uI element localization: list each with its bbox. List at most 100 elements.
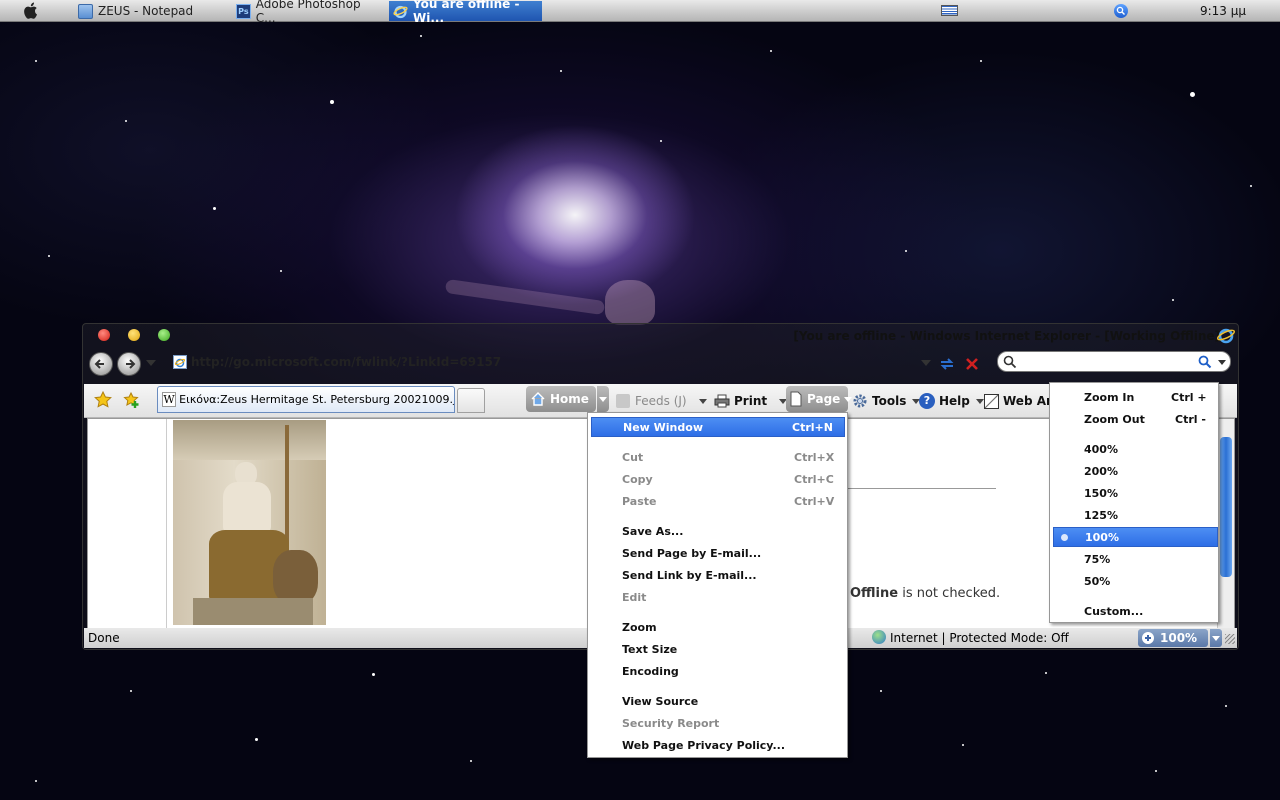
zoom-150-item[interactable]: 150% [1053, 483, 1215, 503]
zoom-200-item[interactable]: 200% [1053, 461, 1215, 481]
print-label: Print [734, 394, 768, 408]
photoshop-icon: Ps [236, 3, 251, 19]
forward-button[interactable] [117, 352, 141, 376]
address-dropdown-icon[interactable] [921, 360, 931, 366]
feeds-icon [616, 394, 630, 408]
page-button[interactable]: Page [786, 386, 853, 412]
tab-current[interactable]: W Εικόνα:Zeus Hermitage St. Petersburg 2… [157, 386, 455, 413]
zoom-level-button[interactable]: 100% [1138, 629, 1208, 647]
address-bar[interactable]: http://go.microsoft.com/fwlink/?LinkId=6… [171, 352, 929, 372]
globe-icon [872, 630, 886, 644]
menu-item-view-source[interactable]: View Source [591, 691, 845, 711]
zoom-submenu: Zoom In Ctrl + Zoom Out Ctrl - 400% 200% 1… [1049, 382, 1219, 623]
menu-item-new-window[interactable]: New Window Ctrl+N [591, 417, 845, 437]
vertical-scrollbar[interactable] [1217, 419, 1234, 628]
page-label: Page [807, 392, 841, 406]
zoom-magnifier-icon [1142, 632, 1154, 644]
print-button[interactable]: Print [714, 391, 788, 411]
home-dropdown-button[interactable] [597, 386, 609, 412]
recent-pages-chevron-icon[interactable] [146, 360, 156, 366]
taskbar-item-label: ZEUS - Notepad [98, 4, 194, 18]
page-icon [173, 355, 187, 369]
notepad-icon [78, 3, 93, 19]
stop-icon[interactable] [965, 357, 979, 371]
chevron-down-icon [599, 397, 607, 402]
resize-grip-icon[interactable] [1225, 634, 1235, 644]
chevron-down-icon [1212, 636, 1220, 641]
spotlight-search-icon[interactable] [1114, 4, 1128, 18]
menu-item-privacy-policy[interactable]: Web Page Privacy Policy... [591, 735, 845, 755]
menu-item-send-page[interactable]: Send Page by E-mail... [591, 543, 845, 563]
search-dropdown-icon[interactable] [1218, 360, 1226, 365]
chevron-down-icon [698, 398, 707, 404]
close-window-button[interactable] [98, 329, 110, 341]
zoom-400-item[interactable]: 400% [1053, 439, 1215, 459]
search-go-icon[interactable] [1198, 355, 1212, 369]
taskbar-item-photoshop[interactable]: Ps Adobe Photoshop C... [232, 0, 382, 25]
menu-item-edit[interactable]: Edit [591, 587, 845, 607]
ie-icon [393, 4, 408, 19]
menu-item-copy[interactable]: Copy Ctrl+C [591, 469, 845, 489]
wikipedia-icon: W [162, 392, 177, 407]
printer-icon [714, 394, 730, 408]
menu-item-text-size[interactable]: Text Size [591, 639, 845, 659]
home-label: Home [550, 392, 589, 406]
minimize-window-button[interactable] [128, 329, 140, 341]
help-icon: ? [919, 393, 935, 409]
help-label: Help [939, 394, 970, 408]
offline-message: Offline is not checked. [850, 586, 1000, 601]
security-zone: Internet | Protected Mode: Off [890, 631, 1069, 645]
new-tab-button[interactable] [457, 388, 485, 413]
refresh-icon[interactable] [938, 356, 956, 372]
zoom-50-item[interactable]: 50% [1053, 571, 1215, 591]
zoom-75-item[interactable]: 75% [1053, 549, 1215, 569]
web-tool-icon [984, 393, 999, 409]
page-menu: New Window Ctrl+N Cut Ctrl+X Copy Ctrl+C Pa… [587, 412, 848, 758]
left-margin-divider [166, 419, 167, 628]
feeds-button[interactable]: Feeds (J) [616, 391, 707, 411]
zoom-custom-item[interactable]: Custom... [1053, 601, 1215, 621]
window-title: [You are offline - Windows Internet Expl… [793, 329, 1220, 343]
taskbar-item-ie[interactable]: You are offline - Wi... [389, 0, 542, 25]
add-favorites-icon[interactable] [122, 391, 140, 409]
zoom-100-item[interactable]: 100% [1053, 527, 1218, 547]
zeus-statue-image [173, 420, 326, 625]
offline-message-bold: Offline [850, 586, 899, 601]
menu-item-paste[interactable]: Paste Ctrl+V [591, 491, 845, 511]
menu-item-cut[interactable]: Cut Ctrl+X [591, 447, 845, 467]
back-button[interactable] [89, 352, 113, 376]
feeds-label: Feeds (J) [635, 394, 687, 408]
tools-button[interactable]: Tools [852, 391, 921, 411]
gear-icon [852, 393, 868, 409]
chevron-down-icon [975, 398, 984, 404]
zoom-out-item[interactable]: Zoom Out Ctrl - [1053, 409, 1215, 429]
menu-item-encoding[interactable]: Encoding [591, 661, 845, 681]
zoom-125-item[interactable]: 125% [1053, 505, 1215, 525]
apple-icon[interactable] [24, 2, 40, 19]
taskbar-item-label: Adobe Photoshop C... [255, 0, 361, 25]
search-input[interactable] [997, 351, 1231, 372]
clock: 9:13 μμ [1199, 4, 1246, 18]
maximize-window-button[interactable] [158, 329, 170, 341]
taskbar-item-label: You are offline - Wi... [413, 0, 520, 25]
status-text: Done [88, 631, 120, 645]
search-icon [1003, 355, 1017, 369]
zoom-level-label: 100% [1160, 631, 1198, 645]
menu-item-send-link[interactable]: Send Link by E-mail... [591, 565, 845, 585]
page-menu-icon [789, 391, 803, 407]
scrollbar-thumb[interactable] [1220, 437, 1232, 577]
taskbar-item-notepad[interactable]: ZEUS - Notepad [74, 1, 224, 21]
favorites-star-icon[interactable] [94, 390, 112, 409]
offline-message-rest: is not checked. [898, 586, 1001, 601]
tab-label: Εικόνα:Zeus Hermitage St. Petersburg 200… [179, 393, 454, 406]
menu-item-save-as[interactable]: Save As... [591, 521, 845, 541]
menu-item-zoom[interactable]: Zoom [591, 617, 845, 637]
zoom-in-item[interactable]: Zoom In Ctrl + [1053, 387, 1215, 407]
menu-item-security-report[interactable]: Security Report [591, 713, 845, 733]
taskbar: ZEUS - Notepad Ps Adobe Photoshop C... Y… [0, 0, 1280, 25]
home-button[interactable]: Home [526, 386, 596, 412]
help-button[interactable]: ? Help [919, 391, 984, 411]
language-flag-icon[interactable] [941, 5, 958, 16]
zoom-dropdown-button[interactable] [1210, 629, 1222, 647]
content-divider [848, 488, 996, 489]
